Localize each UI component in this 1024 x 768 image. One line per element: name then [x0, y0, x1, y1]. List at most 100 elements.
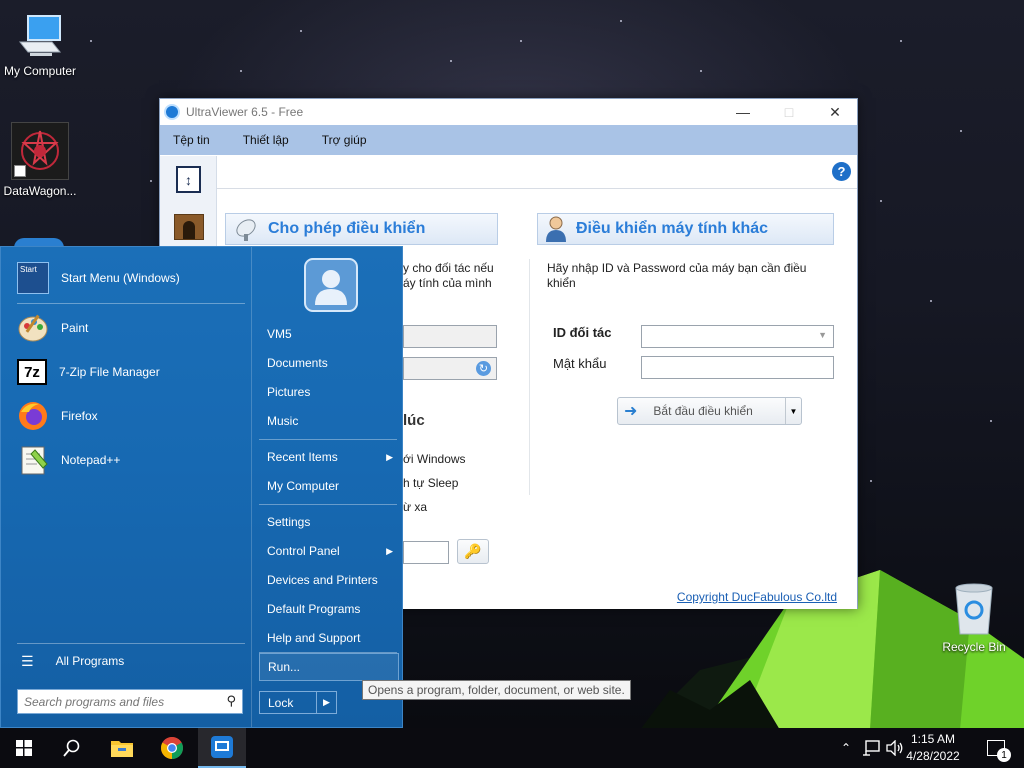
- user-avatar[interactable]: [303, 257, 359, 313]
- ultraviewer-app-icon: [164, 104, 180, 120]
- desktop-icon-label: Recycle Bin: [942, 640, 1006, 654]
- partner-password-input[interactable]: [641, 356, 834, 379]
- connection-tab-icon[interactable]: ↕: [176, 166, 201, 193]
- link-recent-items[interactable]: Recent Items ▶: [259, 443, 399, 471]
- your-password-field[interactable]: ↻: [403, 357, 497, 380]
- lock-button[interactable]: Lock ▶: [259, 691, 337, 714]
- user-icon: [544, 215, 568, 243]
- toolbar: ?: [217, 156, 857, 189]
- close-button[interactable]: ✕: [812, 99, 858, 125]
- lock-options-arrow[interactable]: ▶: [316, 692, 336, 713]
- link-pictures[interactable]: Pictures: [259, 378, 399, 406]
- dropdown-arrow-icon[interactable]: ▼: [818, 330, 827, 340]
- refresh-password-icon[interactable]: ↻: [476, 361, 491, 376]
- list-icon: ☰: [21, 652, 34, 669]
- search-icon[interactable]: ⚲: [226, 693, 236, 709]
- maximize-button[interactable]: □: [766, 99, 812, 125]
- link-default-programs[interactable]: Default Programs: [259, 595, 399, 623]
- program-label: Paint: [61, 321, 89, 335]
- clock[interactable]: 1:15 AM 4/28/2022: [898, 731, 968, 765]
- start-dropdown-arrow[interactable]: ▼: [785, 398, 801, 424]
- menu-settings[interactable]: Thiết lập: [223, 133, 302, 147]
- program-7zip[interactable]: 7z 7-Zip File Manager: [9, 351, 245, 393]
- menu-help[interactable]: Trợ giúp: [302, 133, 380, 147]
- desktop-icon-my-computer[interactable]: My Computer: [0, 12, 80, 78]
- menu-file[interactable]: Tệp tin: [160, 133, 223, 147]
- key-icon: 🔑: [464, 543, 482, 559]
- ultraviewer-taskbar-button[interactable]: [198, 728, 246, 768]
- search-button[interactable]: [48, 728, 96, 768]
- link-devices-printers[interactable]: Devices and Printers: [259, 566, 399, 594]
- satellite-dish-icon: [234, 216, 260, 242]
- link-documents[interactable]: Documents: [259, 349, 399, 377]
- divider: [529, 259, 530, 495]
- search-box[interactable]: ⚲: [17, 689, 243, 714]
- action-center-button[interactable]: 1: [976, 728, 1016, 768]
- copyright-link[interactable]: Copyright DucFabulous Co.ltd: [677, 590, 837, 604]
- notification-count-badge: 1: [997, 748, 1011, 762]
- settings-password-field[interactable]: [403, 541, 449, 564]
- ultraviewer-icon: [211, 736, 233, 758]
- contacts-tab-icon[interactable]: [174, 214, 204, 240]
- program-label: Firefox: [61, 409, 98, 423]
- allow-control-desc-2: áy tính của mình: [403, 276, 492, 290]
- program-paint[interactable]: Paint: [9, 307, 245, 349]
- start-button[interactable]: [0, 728, 48, 768]
- help-icon[interactable]: ?: [832, 162, 851, 181]
- lock-label: Lock: [268, 695, 294, 710]
- link-label: VM5: [267, 327, 292, 341]
- link-label: Run...: [268, 660, 301, 674]
- chevron-up-icon: ⌃: [840, 741, 852, 755]
- start-control-label: Bắt đầu điều khiển: [653, 404, 753, 418]
- separator: [259, 439, 397, 440]
- show-hidden-icons-button[interactable]: ⌃: [836, 728, 856, 768]
- partner-id-input[interactable]: ▼: [641, 325, 834, 348]
- separator: [17, 303, 245, 304]
- key-button[interactable]: 🔑: [457, 539, 489, 564]
- separator: [17, 643, 245, 644]
- folder-icon: [111, 741, 133, 757]
- your-id-field[interactable]: [403, 325, 497, 348]
- all-programs-label: All Programs: [55, 654, 125, 668]
- program-firefox[interactable]: Firefox: [9, 395, 245, 437]
- start-with-windows-option: ới Windows: [403, 452, 466, 466]
- chrome-icon: [161, 737, 183, 759]
- run-tooltip: Opens a program, folder, document, or we…: [362, 680, 631, 700]
- firefox-icon: [17, 400, 49, 432]
- remote-option: ừ xa: [403, 500, 428, 514]
- search-input[interactable]: [24, 694, 214, 709]
- start-menu: Start Start Menu (Windows) Paint 7z 7-Zi…: [0, 246, 403, 728]
- desktop-icon-label: DataWagon...: [3, 184, 77, 198]
- link-vm5[interactable]: VM5: [259, 320, 399, 348]
- program-notepadpp[interactable]: Notepad++: [9, 439, 245, 481]
- datawagon-icon: [11, 122, 69, 180]
- window-title: UltraViewer 6.5 - Free: [186, 105, 304, 119]
- desktop-icon-recycle-bin[interactable]: Recycle Bin: [934, 582, 1014, 654]
- taskbar: ⌃ 1:15 AM 4/28/2022 1: [0, 728, 1024, 768]
- link-my-computer[interactable]: My Computer: [259, 472, 399, 500]
- menu-bar: Tệp tin Thiết lập Trợ giúp: [160, 125, 857, 155]
- link-settings[interactable]: Settings: [259, 508, 399, 536]
- file-explorer-button[interactable]: [98, 728, 146, 768]
- windows-logo-icon: [16, 740, 32, 756]
- chrome-button[interactable]: [148, 728, 196, 768]
- minimize-button[interactable]: —: [720, 99, 766, 125]
- desktop-icon-datawagon[interactable]: DataWagon...: [0, 122, 80, 198]
- link-help-support[interactable]: Help and Support: [259, 624, 399, 652]
- network-button[interactable]: [860, 728, 882, 768]
- clock-time: 1:15 AM: [910, 732, 956, 746]
- program-label: Start Menu (Windows): [61, 271, 180, 285]
- allow-control-header: Cho phép điều khiển: [225, 213, 498, 245]
- control-other-header: Điều khiển máy tính khác: [537, 213, 834, 245]
- start-control-button[interactable]: ➜ Bắt đầu điều khiển ▼: [617, 397, 802, 425]
- link-control-panel[interactable]: Control Panel ▶: [259, 537, 399, 565]
- link-label: Settings: [267, 515, 311, 529]
- link-music[interactable]: Music: [259, 407, 399, 435]
- paint-icon: [17, 312, 49, 344]
- clock-date: 4/28/2022: [906, 749, 960, 763]
- allow-control-title: Cho phép điều khiển: [268, 220, 426, 237]
- program-start-menu[interactable]: Start Start Menu (Windows): [9, 257, 245, 299]
- link-run[interactable]: Run...: [259, 653, 399, 681]
- all-programs-button[interactable]: ☰ All Programs: [9, 647, 245, 675]
- notepadpp-icon: [17, 444, 49, 476]
